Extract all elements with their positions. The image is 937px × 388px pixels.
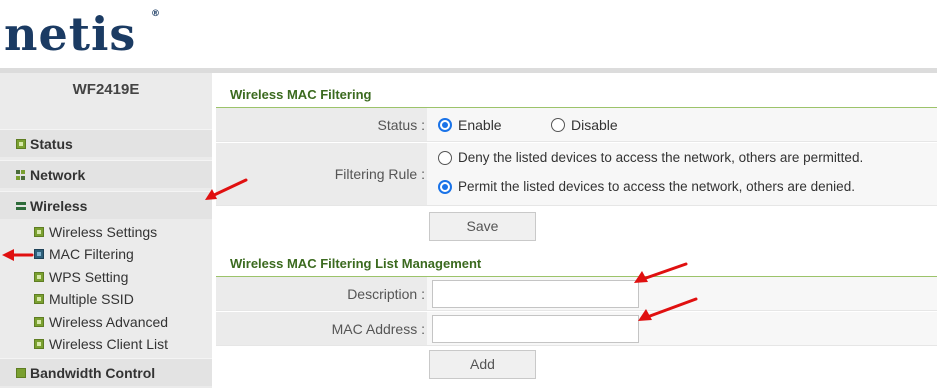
description-input[interactable] [432,280,639,308]
save-row: Save [216,207,937,245]
sidebar-item-status[interactable]: Status [0,129,212,157]
sidebar-item-label: Wireless [30,198,88,214]
section-title-mac-filtering: Wireless MAC Filtering [230,87,372,102]
status-enable-radio[interactable] [438,118,452,132]
sidebar-item-bandwidth-control[interactable]: Bandwidth Control [0,358,212,386]
device-model: WF2419E [72,81,140,98]
mac-address-label: MAC Address : [331,321,425,337]
menu-bullet-icon [34,339,44,349]
annotation-arrow-mac-filtering [2,249,34,261]
annotation-arrow-description [634,262,688,283]
mac-address-row: MAC Address : [216,312,937,346]
add-row: Add [216,347,937,388]
rule-permit-label[interactable]: Permit the listed devices to access the … [458,179,855,194]
description-label: Description : [347,286,425,302]
menu-bullet-active-icon [34,249,44,259]
description-row: Description : [216,277,937,311]
sidebar-subitem-label: Wireless Settings [49,224,158,240]
sidebar-subitem-label: Multiple SSID [49,291,134,307]
sidebar-subitem-multiple-ssid[interactable]: Multiple SSID [34,288,212,310]
header: netis ® [0,0,937,68]
sidebar-subitem-mac-filtering[interactable]: MAC Filtering [34,243,212,265]
sidebar-subitem-label: Wireless Advanced [49,314,169,330]
status-row: Status : Enable Disable [216,108,937,142]
sidebar-subitem-wireless-client-list[interactable]: Wireless Client List [34,333,212,355]
rule-deny-label[interactable]: Deny the listed devices to access the ne… [458,150,863,165]
sidebar-item-network[interactable]: Network [0,160,212,188]
section-title-list-management: Wireless MAC Filtering List Management [230,256,482,271]
main-content: Wireless MAC Filtering Status : Enable D… [216,73,937,388]
sidebar-subitem-label: Wireless Client List [49,336,169,352]
sidebar-item-label: Bandwidth Control [30,365,156,381]
status-disable-label[interactable]: Disable [571,117,618,133]
menu-bullet-icon [34,227,44,237]
sidebar-subitem-label: MAC Filtering [49,246,134,262]
sidebar-subitem-wireless-advanced[interactable]: Wireless Advanced [34,311,212,333]
sidebar-subitem-wireless-settings[interactable]: Wireless Settings [34,221,212,243]
rule-permit-radio[interactable] [438,180,452,194]
sidebar-subitem-label: WPS Setting [49,269,129,285]
annotation-arrow-wireless [205,178,248,200]
netis-logo: netis ® [4,4,160,64]
filtering-rule-label: Filtering Rule : [334,166,425,182]
mac-address-input[interactable] [432,315,639,343]
status-disable-radio[interactable] [551,118,565,132]
logo-text: netis [4,7,137,61]
annotation-arrow-mac-address [638,297,698,321]
bandwidth-icon [16,368,26,378]
save-button[interactable]: Save [429,212,536,241]
sidebar: WF2419E Status Network Wireless Wireless… [0,73,212,388]
sidebar-subitem-wps-setting[interactable]: WPS Setting [34,266,212,288]
status-icon [16,139,26,149]
registered-mark: ® [151,9,161,19]
wireless-icon [16,201,26,211]
menu-bullet-icon [34,294,44,304]
add-button[interactable]: Add [429,350,536,379]
menu-bullet-icon [34,272,44,282]
filtering-rule-row: Filtering Rule : Deny the listed devices… [216,143,937,206]
network-icon [16,170,26,180]
menu-bullet-icon [34,317,44,327]
sidebar-item-label: Network [30,167,86,183]
rule-deny-radio[interactable] [438,151,452,165]
status-label: Status : [377,117,425,133]
sidebar-item-label: Status [30,136,73,152]
status-enable-label[interactable]: Enable [458,117,502,133]
sidebar-item-wireless[interactable]: Wireless [0,191,212,219]
